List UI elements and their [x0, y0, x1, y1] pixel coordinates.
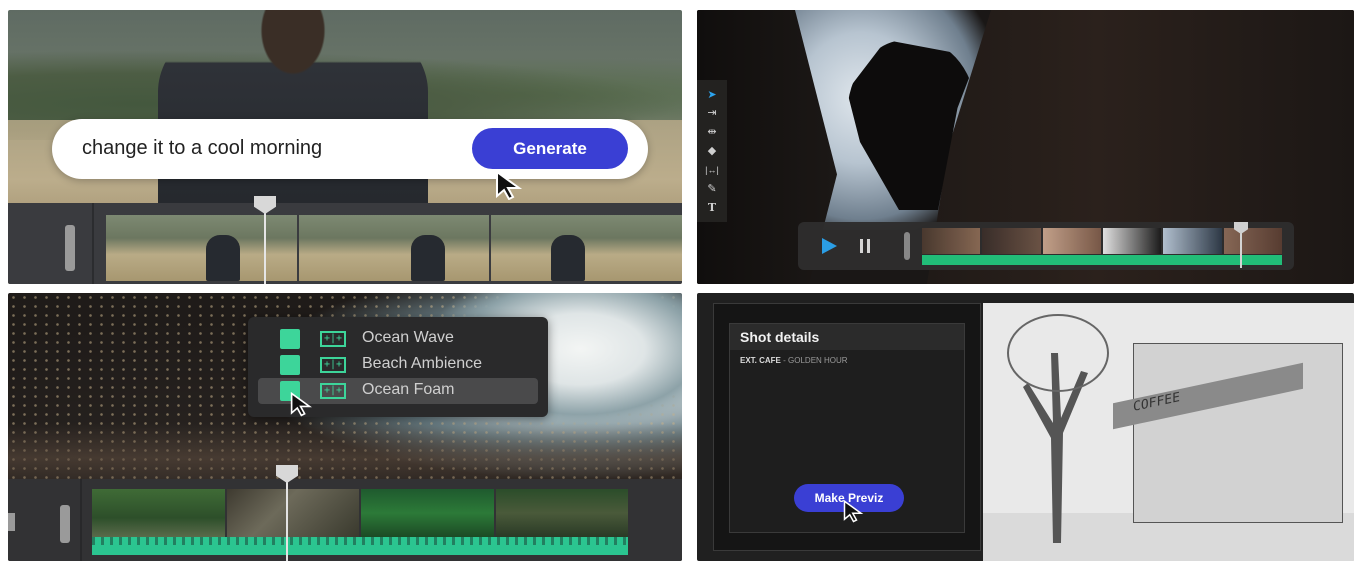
- razor-tool-icon[interactable]: ◆: [697, 142, 727, 160]
- timeline-track: [8, 203, 682, 284]
- clip-thumbnail: [1223, 228, 1282, 254]
- playback-controls: [798, 222, 1294, 270]
- playhead-line: [264, 212, 266, 284]
- track-color-swatch: [280, 355, 300, 375]
- clip-thumbnail: [495, 489, 628, 537]
- playhead-line: [1240, 230, 1242, 268]
- clip-thumbnail: [1102, 228, 1162, 254]
- clip-thumbnail: [1042, 228, 1101, 254]
- pause-icon[interactable]: [860, 239, 870, 253]
- menu-item-label: Beach Ambience: [362, 355, 483, 372]
- track-divider: [92, 203, 94, 284]
- scene-location: EXT. CAFE: [740, 356, 781, 365]
- storyboard-sketch: COFFEE: [983, 303, 1354, 561]
- menu-item-label: Ocean Wave: [362, 329, 454, 346]
- prompt-bar[interactable]: change it to a cool morning Generate: [52, 119, 648, 179]
- slip-tool-icon[interactable]: |↔|: [697, 161, 727, 179]
- scene-time: - GOLDEN HOUR: [780, 356, 848, 365]
- audio-waveform-icon: +|+: [320, 383, 346, 399]
- audio-waveform-icon: +|+: [320, 357, 346, 373]
- timeline-track: [8, 479, 682, 561]
- sketch-cafe-building: [1133, 343, 1343, 523]
- selection-tool-icon[interactable]: ➤: [697, 86, 727, 104]
- previz-panel: Shot details EXT. CAFE - GOLDEN HOUR Mak…: [697, 293, 1354, 561]
- sketch-tree: [1007, 314, 1109, 543]
- audio-waveform-detail: [92, 537, 628, 545]
- audio-waveform-icon: +|+: [320, 331, 346, 347]
- video-clip-strip[interactable]: [106, 215, 682, 281]
- pen-tool-icon[interactable]: ✎: [697, 180, 727, 198]
- ripple-edit-tool-icon[interactable]: ⇹: [697, 123, 727, 141]
- clip-thumbnail: [106, 215, 297, 281]
- clip-thumbnail: [92, 489, 225, 537]
- sound-effects-panel: +|+ Ocean Wave +|+ Beach Ambience +|+ Oc…: [8, 293, 682, 561]
- track-handle[interactable]: [904, 232, 910, 260]
- mouse-cursor-icon: [290, 391, 312, 417]
- scene-heading: EXT. CAFE - GOLDEN HOUR: [740, 356, 848, 365]
- clip-thumbnail: [361, 489, 494, 537]
- track-handle[interactable]: [60, 505, 70, 543]
- track-handle[interactable]: [65, 225, 75, 271]
- track-handle[interactable]: [8, 513, 15, 531]
- editor-panel: ➤ ⇥ ⇹ ◆ |↔| ✎ T: [697, 10, 1354, 284]
- video-subject-woman: [158, 10, 428, 215]
- shot-details-title: Shot details: [740, 329, 820, 345]
- mouse-cursor-icon: [843, 499, 864, 523]
- generative-prompt-panel: change it to a cool morning Generate: [8, 10, 682, 284]
- menu-item-label: Ocean Foam: [362, 381, 455, 398]
- playhead-line: [286, 471, 288, 561]
- type-tool-icon[interactable]: T: [697, 199, 727, 217]
- video-clip-strip[interactable]: [922, 228, 1282, 254]
- clip-thumbnail: [922, 228, 981, 254]
- menu-item-beach-ambience[interactable]: +|+ Beach Ambience: [258, 352, 538, 378]
- clip-thumbnail: [982, 228, 1041, 254]
- clip-thumbnail: [491, 215, 682, 281]
- audio-waveform: [922, 255, 1282, 265]
- prompt-input[interactable]: change it to a cool morning: [82, 137, 322, 160]
- shot-details-header: Shot details: [730, 324, 964, 350]
- clip-thumbnail: [298, 215, 490, 281]
- track-divider: [80, 479, 82, 561]
- clip-thumbnail: [1163, 228, 1222, 254]
- play-icon[interactable]: [822, 238, 837, 254]
- mouse-cursor-icon: [496, 170, 523, 200]
- track-select-tool-icon[interactable]: ⇥: [697, 104, 727, 122]
- tools-panel: ➤ ⇥ ⇹ ◆ |↔| ✎ T: [697, 80, 727, 222]
- clip-thumbnail: [226, 489, 359, 537]
- menu-item-ocean-wave[interactable]: +|+ Ocean Wave: [258, 326, 538, 352]
- track-color-swatch: [280, 329, 300, 349]
- video-clip-strip[interactable]: [92, 489, 628, 537]
- generate-button[interactable]: Generate: [472, 128, 628, 169]
